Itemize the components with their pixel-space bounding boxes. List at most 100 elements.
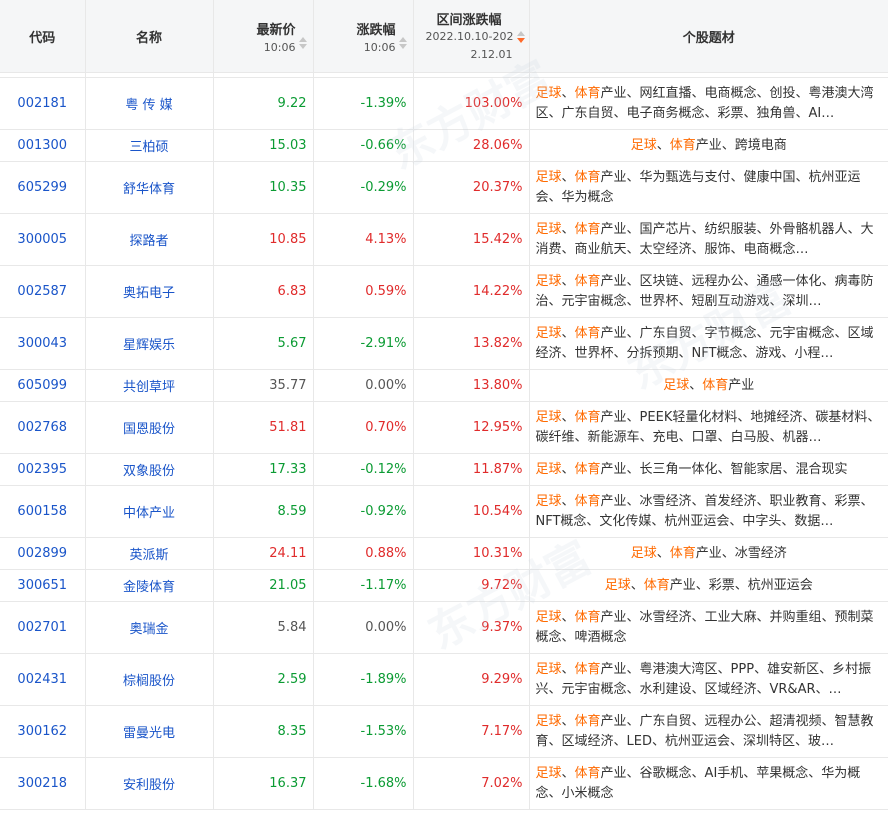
- stock-name-link[interactable]: 中体产业: [85, 485, 214, 538]
- stock-code-link[interactable]: 605299: [0, 161, 86, 214]
- latest-price: 10.85: [213, 213, 314, 266]
- range-change-percent: 9.72%: [413, 569, 530, 602]
- tag-highlight-football: 足球: [535, 661, 562, 677]
- table-row[interactable]: 002899 英派斯 24.11 0.88% 10.31% 足球、体育产业、冰雪经济: [0, 537, 888, 570]
- tags-text: 足球、体育产业、长三角一体化、智能家居、混合现实: [536, 460, 883, 480]
- table-row[interactable]: 300651 金陵体育 21.05 -1.17% 9.72% 足球、体育产业、彩票、杭州亚…: [0, 569, 888, 602]
- tag-rest: 产业、彩票、杭州亚运会: [669, 577, 813, 593]
- sort-arrows-icon[interactable]: [398, 37, 407, 49]
- stock-code-link[interactable]: 002701: [0, 601, 86, 654]
- stock-name-link[interactable]: 英派斯: [85, 537, 214, 570]
- stock-tags: 足球、体育产业、粤港澳大湾区、PPP、雄安新区、乡村振兴、元宇宙概念、水利建设、…: [529, 653, 888, 706]
- range-change-percent: 20.37%: [413, 161, 530, 214]
- tag-separator: 、: [630, 577, 644, 593]
- stock-code-link[interactable]: 002768: [0, 401, 86, 454]
- stock-name-link[interactable]: 舒华体育: [85, 161, 214, 214]
- table-row[interactable]: 300162 雷曼光电 8.35 -1.53% 7.17% 足球、体育产业、广东自贸、远程…: [0, 705, 888, 758]
- table-row[interactable]: 300005 探路者 10.85 4.13% 15.42% 足球、体育产业、国产芯片、纺织…: [0, 213, 888, 266]
- tags-text: 足球、体育产业: [536, 376, 883, 396]
- tag-rest: 产业、长三角一体化、智能家居、混合现实: [600, 461, 848, 477]
- tag-separator: 、: [561, 765, 575, 781]
- range-change-percent: 11.87%: [413, 453, 530, 486]
- stock-code-link[interactable]: 300005: [0, 213, 86, 266]
- table-row[interactable]: 002181 粤 传 媒 9.22 -1.39% 103.00% 足球、体育产业、网红直播…: [0, 77, 888, 130]
- tag-highlight-football: 足球: [604, 577, 631, 593]
- stock-code-link[interactable]: 002395: [0, 453, 86, 486]
- change-percent: -0.29%: [313, 161, 414, 214]
- table-row[interactable]: 002587 奥拓电子 6.83 0.59% 14.22% 足球、体育产业、区块链、远程办…: [0, 265, 888, 318]
- change-percent: 0.88%: [313, 537, 414, 570]
- table-row[interactable]: 002768 国恩股份 51.81 0.70% 12.95% 足球、体育产业、PEEK轻量…: [0, 401, 888, 454]
- stock-name-link[interactable]: 奥瑞金: [85, 601, 214, 654]
- header-code-label: 代码: [29, 30, 56, 46]
- stock-name-link[interactable]: 棕榈股份: [85, 653, 214, 706]
- tag-highlight-football: 足球: [535, 325, 562, 341]
- tag-separator: 、: [561, 493, 575, 509]
- tag-separator: 、: [561, 325, 575, 341]
- stock-code-link[interactable]: 002181: [0, 77, 86, 130]
- range-change-percent: 7.17%: [413, 705, 530, 758]
- header-change-time: 10:06: [363, 40, 396, 54]
- change-percent: 0.70%: [313, 401, 414, 454]
- latest-price: 24.11: [213, 537, 314, 570]
- stock-name-link[interactable]: 共创草坪: [85, 369, 214, 402]
- stock-name-link[interactable]: 金陵体育: [85, 569, 214, 602]
- stock-code-link[interactable]: 600158: [0, 485, 86, 538]
- stock-code-link[interactable]: 300651: [0, 569, 86, 602]
- stock-code-link[interactable]: 300043: [0, 317, 86, 370]
- table-row[interactable]: 605299 舒华体育 10.35 -0.29% 20.37% 足球、体育产业、华为甄选与…: [0, 161, 888, 214]
- stock-tags: 足球、体育产业、广东自贸、字节概念、元宇宙概念、区域经济、世界杯、分拆预期、NF…: [529, 317, 888, 370]
- stock-name-link[interactable]: 奥拓电子: [85, 265, 214, 318]
- stock-name-link[interactable]: 国恩股份: [85, 401, 214, 454]
- range-change-percent: 28.06%: [413, 129, 530, 162]
- stock-code-link[interactable]: 300218: [0, 757, 86, 810]
- stock-name-link[interactable]: 探路者: [85, 213, 214, 266]
- change-percent: 0.59%: [313, 265, 414, 318]
- table-row[interactable]: 600158 中体产业 8.59 -0.92% 10.54% 足球、体育产业、冰雪经济、首…: [0, 485, 888, 538]
- stock-code-link[interactable]: 001300: [0, 129, 86, 162]
- table-row[interactable]: 605099 共创草坪 35.77 0.00% 13.80% 足球、体育产业: [0, 369, 888, 402]
- table-row[interactable]: 002701 奥瑞金 5.84 0.00% 9.37% 足球、体育产业、冰雪经济、工业大麻…: [0, 601, 888, 654]
- stock-code-link[interactable]: 605099: [0, 369, 86, 402]
- latest-price: 5.84: [213, 601, 314, 654]
- stock-name-link[interactable]: 星辉娱乐: [85, 317, 214, 370]
- stock-tags: 足球、体育产业、谷歌概念、AI手机、苹果概念、华为概念、小米概念: [529, 757, 888, 810]
- stock-name-link[interactable]: 双象股份: [85, 453, 214, 486]
- table-row[interactable]: 300218 安利股份 16.37 -1.68% 7.02% 足球、体育产业、谷歌概念、A…: [0, 757, 888, 810]
- stock-name-link[interactable]: 三柏硕: [85, 129, 214, 162]
- stock-name-link[interactable]: 雷曼光电: [85, 705, 214, 758]
- change-percent: -1.53%: [313, 705, 414, 758]
- range-change-percent: 13.82%: [413, 317, 530, 370]
- table-row[interactable]: 002431 棕榈股份 2.59 -1.89% 9.29% 足球、体育产业、粤港澳大湾区、…: [0, 653, 888, 706]
- tag-highlight-sports: 体育: [702, 377, 729, 393]
- stock-code-link[interactable]: 002431: [0, 653, 86, 706]
- stock-code-link[interactable]: 002899: [0, 537, 86, 570]
- table-row[interactable]: 300043 星辉娱乐 5.67 -2.91% 13.82% 足球、体育产业、广东自贸、字…: [0, 317, 888, 370]
- range-change-percent: 7.02%: [413, 757, 530, 810]
- tags-text: 足球、体育产业、广东自贸、远程办公、超清视频、智慧教育、区域经济、LED、杭州亚…: [536, 712, 883, 752]
- change-percent: -1.17%: [313, 569, 414, 602]
- latest-price: 6.83: [213, 265, 314, 318]
- tag-highlight-sports: 体育: [574, 169, 601, 185]
- tags-text: 足球、体育产业、网红直播、电商概念、创投、粤港澳大湾区、广东自贸、电子商务概念、…: [536, 84, 883, 124]
- change-percent: -0.66%: [313, 129, 414, 162]
- tag-highlight-football: 足球: [630, 545, 657, 561]
- latest-price: 2.59: [213, 653, 314, 706]
- stock-code-link[interactable]: 002587: [0, 265, 86, 318]
- change-percent: -1.68%: [313, 757, 414, 810]
- tag-separator: 、: [561, 169, 575, 185]
- latest-price: 17.33: [213, 453, 314, 486]
- tag-highlight-sports: 体育: [574, 461, 601, 477]
- sort-arrows-icon[interactable]: [298, 37, 307, 49]
- stock-name-link[interactable]: 粤 传 媒: [85, 77, 214, 130]
- change-percent: -2.91%: [313, 317, 414, 370]
- stock-code-link[interactable]: 300162: [0, 705, 86, 758]
- header-range[interactable]: 区间涨跌幅 2022.10.10-202 2.12.01: [413, 0, 530, 73]
- header-change[interactable]: 涨跌幅 10:06: [313, 0, 414, 73]
- header-price[interactable]: 最新价 10:06: [213, 0, 314, 73]
- stock-name-link[interactable]: 安利股份: [85, 757, 214, 810]
- sort-desc-icon[interactable]: [516, 30, 525, 43]
- table-row[interactable]: 002395 双象股份 17.33 -0.12% 11.87% 足球、体育产业、长三角一体…: [0, 453, 888, 486]
- table-row[interactable]: 001300 三柏硕 15.03 -0.66% 28.06% 足球、体育产业、跨境电商: [0, 129, 888, 162]
- stock-tags: 足球、体育产业、冰雪经济: [529, 537, 888, 570]
